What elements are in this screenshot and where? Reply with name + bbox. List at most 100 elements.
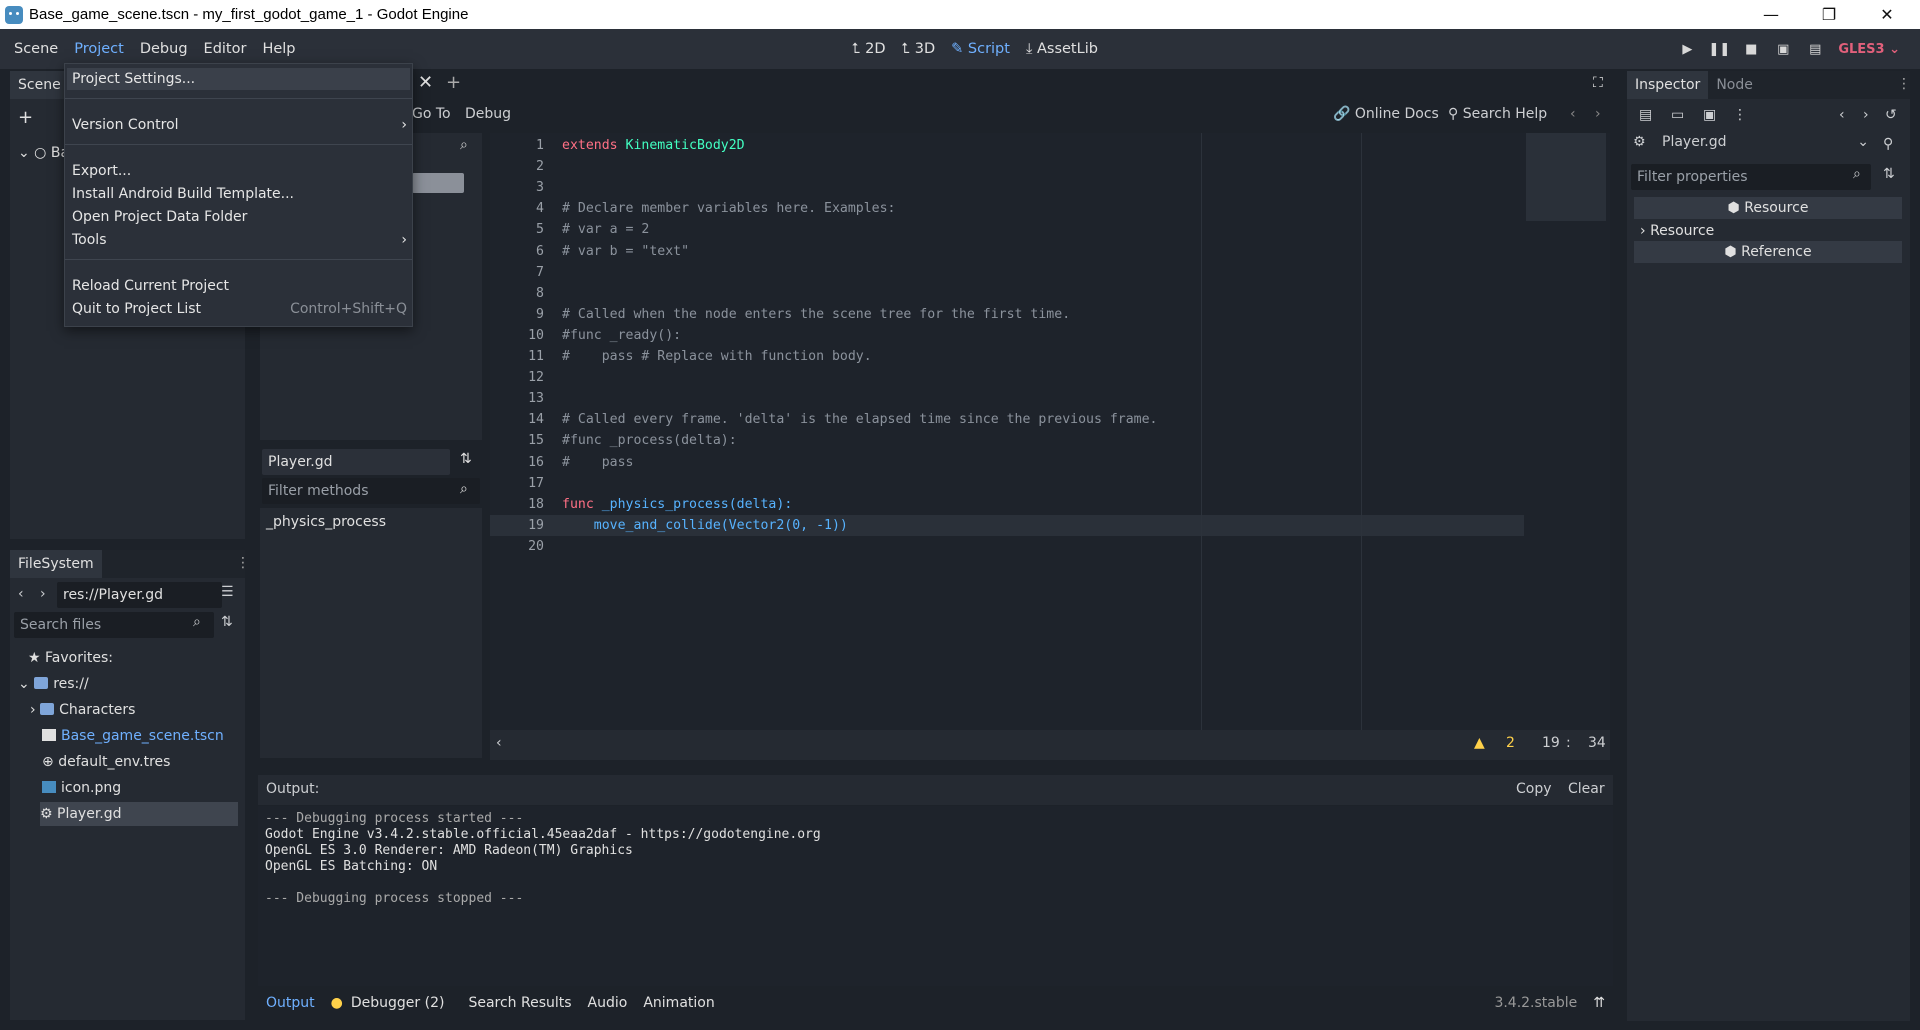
warning-count[interactable]: 2 — [1506, 735, 1515, 751]
code-line[interactable]: #func _ready(): — [562, 328, 681, 343]
code-line[interactable]: # pass # Replace with function body. — [562, 349, 872, 364]
scene-tree-root[interactable]: ⌄ ○ Ba — [18, 141, 69, 165]
bottom-panel-tabs: Output ● Debugger (2) Search Results Audi… — [258, 988, 1613, 1018]
close-window-icon[interactable]: ✕ — [1864, 0, 1910, 29]
minimize-icon[interactable]: — — [1748, 0, 1794, 29]
workspace-assetlib[interactable]: ⤓ AssetLib — [1026, 41, 1098, 57]
menu-editor[interactable]: Editor — [196, 36, 255, 62]
warning-icon[interactable]: ▲ — [1474, 735, 1485, 751]
code-line[interactable]: # pass — [562, 455, 633, 470]
menu-item-project-settings[interactable]: Project Settings... — [72, 68, 195, 90]
menu-debug[interactable]: Debug — [132, 36, 196, 62]
new-tab-icon[interactable]: + — [446, 72, 461, 93]
menu-item-reload-project[interactable]: Reload Current Project — [72, 275, 229, 297]
code-line[interactable]: #func _process(delta): — [562, 433, 737, 448]
fs-item-base-scene[interactable]: Base_game_scene.tscn — [42, 724, 224, 748]
prev-object-icon[interactable]: ‹ — [1839, 107, 1845, 123]
workspace-3d[interactable]: ⮤ 3D — [902, 41, 936, 57]
fs-back-icon[interactable]: ‹ — [18, 586, 24, 602]
inspector-menu-icon[interactable]: ⋮ — [1897, 76, 1911, 92]
fs-path-input[interactable]: res://Player.gd — [57, 582, 222, 608]
tab-animation[interactable]: Animation — [643, 995, 714, 1011]
code-editor[interactable]: 1 extends KinematicBody2D 2 3 4 # Declare mem… — [490, 133, 1610, 730]
menu-item-open-data-folder[interactable]: Open Project Data Folder — [72, 206, 247, 228]
restore-icon[interactable]: ❐ — [1806, 0, 1852, 29]
renderer-select[interactable]: GLES3 ⌄ — [1838, 42, 1900, 57]
dock-menu-icon[interactable]: ⋮ — [236, 555, 250, 571]
menu-project[interactable]: Project — [66, 36, 132, 62]
play-custom-scene-icon[interactable]: ▤ — [1806, 40, 1824, 58]
search-help-button[interactable]: ⚲ Search Help — [1448, 106, 1547, 122]
save-resource-icon[interactable]: ▣ — [1703, 107, 1716, 123]
more-options-icon[interactable]: ⋮ — [1733, 107, 1747, 123]
fs-sort-icon[interactable]: ⇅ — [221, 614, 233, 630]
toggle-scripts-icon[interactable]: ‹ — [496, 735, 502, 751]
fs-item-characters[interactable]: › Characters — [30, 698, 135, 722]
tab-search-results[interactable]: Search Results — [468, 995, 571, 1011]
tab-scene[interactable]: Scene — [10, 71, 69, 99]
fs-item-env[interactable]: ⊕ default_env.tres — [42, 750, 170, 774]
tab-audio[interactable]: Audio — [588, 995, 628, 1011]
resource-group[interactable]: › Resource — [1640, 219, 1714, 243]
menu-item-export[interactable]: Export... — [72, 160, 131, 182]
workspace-script[interactable]: ✎ Script — [951, 41, 1010, 57]
workspace-2d[interactable]: ⮤ 2D — [852, 41, 886, 57]
script-list-selected[interactable] — [412, 173, 464, 193]
tab-debugger[interactable]: ● Debugger (2) — [331, 995, 453, 1011]
tab-node[interactable]: Node — [1708, 71, 1761, 99]
close-tab-icon[interactable]: ✕ — [418, 72, 433, 93]
code-line[interactable]: func _physics_process(delta): — [562, 497, 792, 512]
create-resource-icon[interactable]: ▤ — [1639, 107, 1652, 123]
menu-item-version-control[interactable]: Version Control › — [72, 114, 407, 136]
fs-item-player-gd[interactable]: ⚙ Player.gd — [40, 802, 238, 826]
copy-button[interactable]: Copy — [1516, 781, 1552, 797]
stop-icon[interactable]: ■ — [1742, 40, 1760, 58]
code-line[interactable]: # var b = "text" — [562, 244, 689, 259]
code-line[interactable]: # Declare member variables here. Example… — [562, 201, 895, 216]
play-icon[interactable]: ▶ — [1678, 40, 1696, 58]
code-line[interactable]: move_and_collide(Vector2(0, -1)) — [562, 518, 848, 533]
sort-icon[interactable]: ⇅ — [460, 451, 472, 467]
menu-scene[interactable]: Scene — [6, 36, 66, 62]
code-line[interactable]: extends KinematicBody2D — [562, 138, 745, 153]
add-node-icon[interactable]: + — [18, 107, 33, 128]
tab-filesystem[interactable]: FileSystem — [10, 550, 102, 578]
history-back-icon[interactable]: ‹ — [1570, 106, 1576, 122]
online-docs-button[interactable]: 🔗 Online Docs — [1333, 106, 1439, 122]
filter-properties-input[interactable]: Filter properties — [1631, 164, 1871, 190]
code-line[interactable]: # Called when the node enters the scene … — [562, 307, 1070, 322]
play-scene-icon[interactable]: ▣ — [1774, 40, 1792, 58]
tab-inspector[interactable]: Inspector — [1627, 71, 1709, 99]
menu-item-quit-to-project-list[interactable]: Quit to Project List Control+Shift+Q — [72, 298, 407, 320]
filter-methods-input[interactable]: Filter methods — [262, 478, 480, 504]
chevron-down-icon: ⌄ — [1857, 134, 1869, 150]
tab-output[interactable]: Output — [266, 995, 315, 1011]
method-list: _physics_process — [260, 508, 482, 758]
object-props-icon[interactable]: ⚲ — [1883, 136, 1893, 152]
code-line[interactable]: # Called every frame. 'delta' is the ela… — [562, 412, 1157, 427]
history-icon[interactable]: ↺ — [1885, 107, 1897, 123]
menu-item-tools[interactable]: Tools › — [72, 229, 407, 251]
search-files-input[interactable]: Search files — [14, 612, 214, 638]
menu-item-install-android-template[interactable]: Install Android Build Template... — [72, 183, 294, 205]
fs-item-icon-png[interactable]: icon.png — [42, 776, 121, 800]
pause-icon[interactable]: ❚❚ — [1708, 40, 1730, 58]
code-line[interactable]: # var a = 2 — [562, 222, 649, 237]
inspector-sort-icon[interactable]: ⇅ — [1883, 166, 1895, 182]
fs-forward-icon[interactable]: › — [40, 586, 46, 602]
menu-goto[interactable]: Go To — [412, 106, 451, 122]
open-resource-icon[interactable]: ▭ — [1671, 107, 1684, 123]
expand-panel-icon[interactable]: ⇈ — [1593, 995, 1605, 1011]
split-view-icon[interactable]: ☰ — [221, 584, 234, 600]
next-object-icon[interactable]: › — [1863, 107, 1869, 123]
menu-script-debug[interactable]: Debug — [465, 106, 511, 122]
minimap[interactable] — [1526, 133, 1606, 221]
res-root-node[interactable]: ⌄ res:// — [18, 672, 89, 696]
favorites-node[interactable]: ★ Favorites: — [28, 646, 113, 670]
history-forward-icon[interactable]: › — [1595, 106, 1601, 122]
object-selector[interactable]: ⚙ Player.gd ⌄ — [1633, 134, 1873, 156]
clear-button[interactable]: Clear — [1568, 781, 1605, 797]
method-item[interactable]: _physics_process — [266, 510, 386, 534]
menu-help[interactable]: Help — [254, 36, 303, 62]
fullscreen-icon[interactable]: ⛶ — [1593, 75, 1603, 91]
